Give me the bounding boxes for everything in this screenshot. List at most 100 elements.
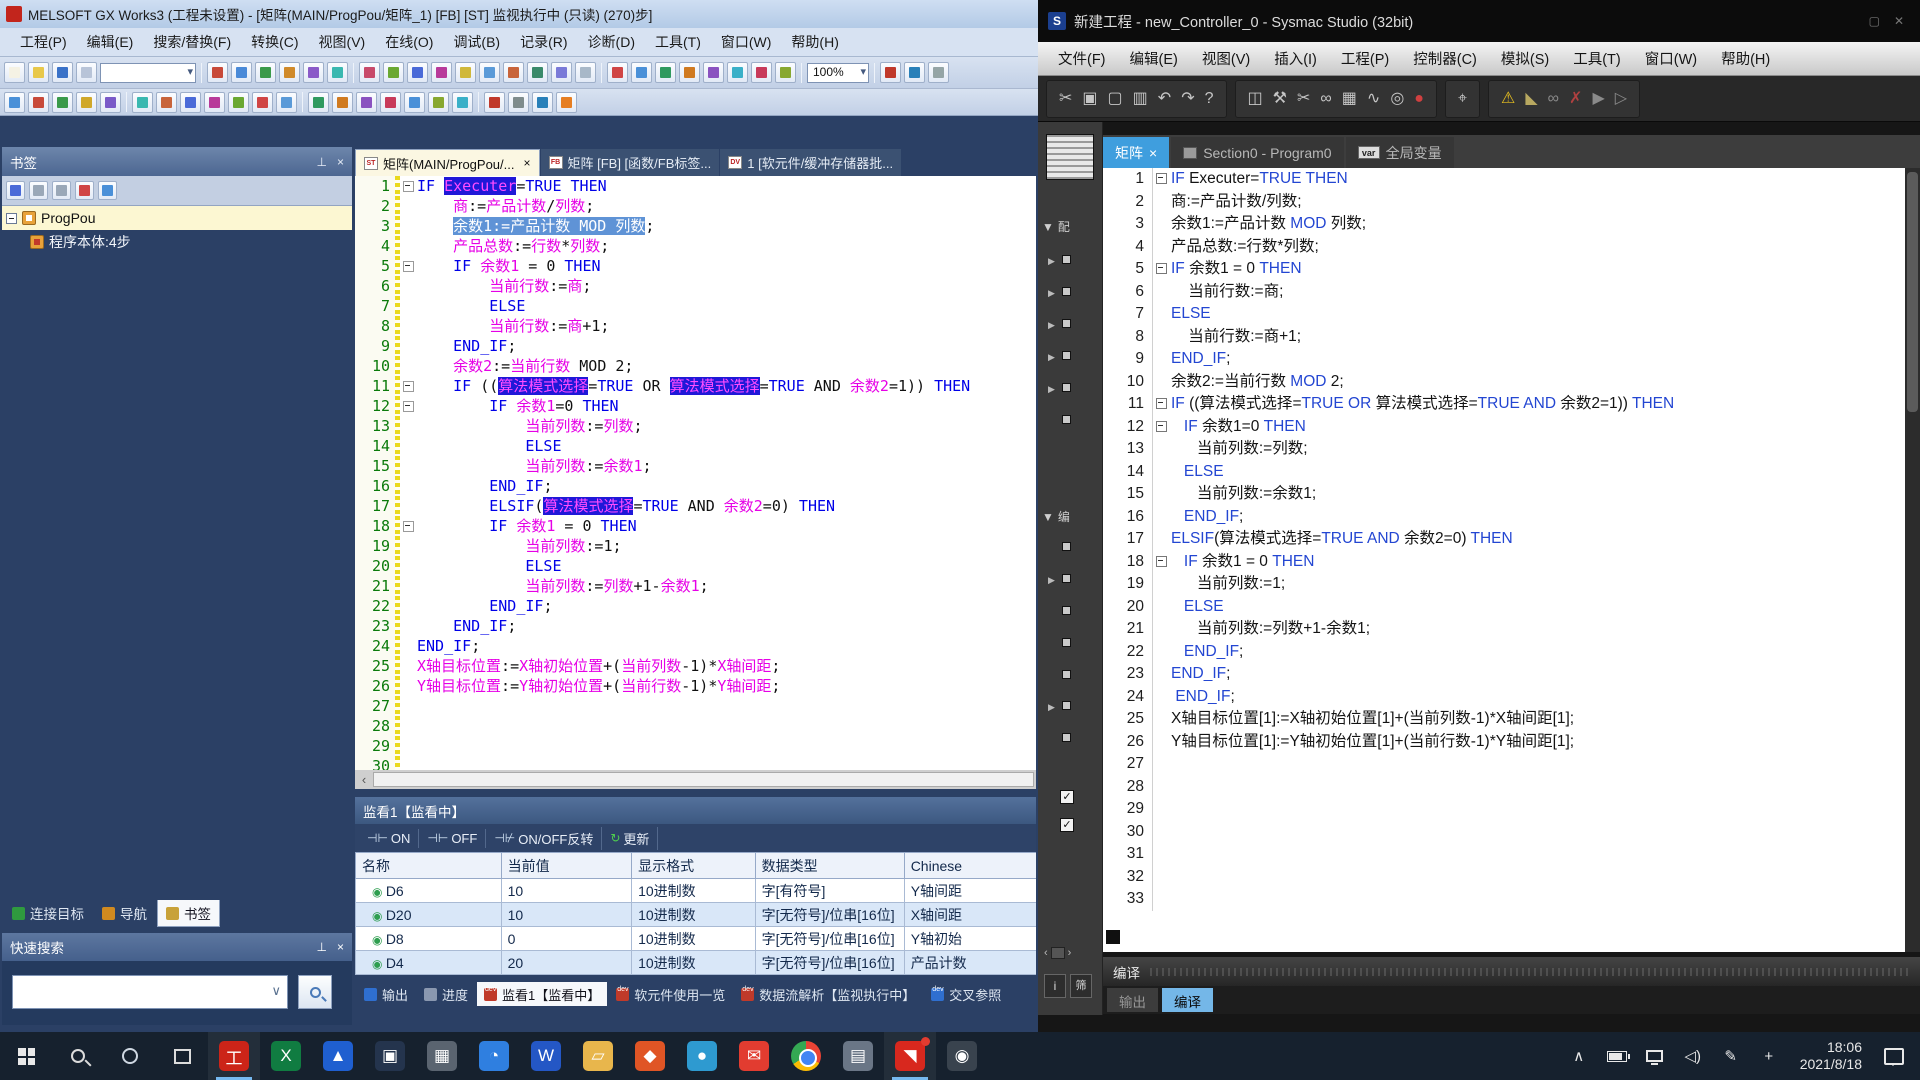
toolbar-icon[interactable] — [52, 181, 71, 200]
menu-item[interactable]: 转换(C) — [241, 29, 308, 55]
taskbar-app[interactable]: ◥ — [884, 1032, 936, 1080]
chevron-right-icon[interactable]: ▶ — [1048, 320, 1055, 331]
fold-icon[interactable] — [400, 256, 417, 276]
toolbar-icon[interactable] — [252, 92, 273, 113]
watch-cell[interactable]: D20 — [356, 903, 502, 927]
toolbar-icon[interactable] — [52, 62, 73, 83]
watch-cell[interactable]: 字[无符号]/位串[16位] — [755, 951, 904, 975]
taskbar-app[interactable]: ▱ — [572, 1032, 624, 1080]
watch-cell[interactable]: 20 — [501, 951, 631, 975]
menu-item[interactable]: 工具(T) — [645, 29, 711, 55]
taskbar-app[interactable]: ◆ — [624, 1032, 676, 1080]
watch-cell[interactable]: 0 — [501, 927, 631, 951]
toolbar-icon[interactable] — [231, 62, 252, 83]
watch-cell[interactable]: D4 — [356, 951, 502, 975]
menu-item[interactable]: 调试(B) — [443, 29, 510, 55]
watch-cell[interactable]: X轴间距 — [904, 903, 1036, 927]
watch-cell[interactable]: Y轴间距 — [904, 879, 1036, 903]
taskbar-app[interactable]: ▤ — [832, 1032, 884, 1080]
output-tab[interactable]: 输出 — [1107, 988, 1158, 1012]
battery-icon[interactable] — [1600, 1032, 1634, 1080]
taskbar-search-button[interactable] — [52, 1032, 104, 1080]
toolbar-icon[interactable] — [904, 62, 925, 83]
watch-tool-OFF[interactable]: ⊣⊢OFF — [419, 829, 486, 848]
toolbar-icon[interactable] — [452, 92, 473, 113]
taskbar-app[interactable]: W — [520, 1032, 572, 1080]
watch-cell[interactable]: 产品计数 — [904, 951, 1036, 975]
menu-item[interactable]: 视图(V) — [1190, 44, 1262, 73]
watch-cell[interactable]: D8 — [356, 927, 502, 951]
info-button[interactable]: i — [1044, 974, 1066, 998]
toolbar-icon[interactable] — [356, 92, 377, 113]
column-header[interactable]: 显示格式 — [632, 853, 755, 879]
toolbar-icon[interactable] — [180, 92, 201, 113]
menu-item[interactable]: 文件(F) — [1046, 44, 1118, 73]
build-panel-header[interactable]: 编译 — [1103, 957, 1920, 986]
document-tab[interactable]: 矩阵× — [1103, 137, 1169, 168]
close-icon[interactable]: ✕ — [1894, 14, 1904, 28]
toolbar-icon[interactable]: ∞ — [1320, 91, 1331, 107]
toolbar-icon[interactable] — [204, 92, 225, 113]
toolbar-icon[interactable] — [276, 92, 297, 113]
cortana-button[interactable] — [104, 1032, 156, 1080]
toolbar-icon[interactable] — [303, 62, 324, 83]
fold-icon[interactable] — [1153, 258, 1171, 281]
tree-item-program-body[interactable]: 程序本体:4步 — [2, 230, 352, 254]
toolbar-icon[interactable] — [556, 92, 577, 113]
toolbar-icon[interactable] — [76, 92, 97, 113]
toolbar-icon[interactable] — [503, 62, 524, 83]
taskbar-app[interactable]: ✉ — [728, 1032, 780, 1080]
fold-icon[interactable] — [400, 376, 417, 396]
fold-icon[interactable] — [1153, 551, 1171, 574]
watch-row[interactable]: D61010进制数字[有符号]Y轴间距 — [356, 879, 1037, 903]
watch-cell[interactable]: D6 — [356, 879, 502, 903]
toolbar-icon[interactable] — [775, 62, 796, 83]
toolbar-icon[interactable]: ◎ — [1390, 91, 1404, 107]
side-tab-导航[interactable]: 导航 — [94, 900, 155, 926]
toolbar-icon[interactable] — [29, 181, 48, 200]
watch-cell[interactable]: 10进制数 — [632, 903, 755, 927]
toolbar-icon[interactable]: ⚠ — [1501, 91, 1515, 107]
task-view-button[interactable] — [156, 1032, 208, 1080]
tree-item-progpou[interactable]: ProgPou — [2, 206, 352, 230]
document-tab[interactable]: Section0 - Program0 — [1171, 137, 1343, 168]
chevron-right-icon[interactable]: ▶ — [1048, 384, 1055, 395]
toolbar-icon[interactable] — [455, 62, 476, 83]
column-header[interactable]: 名称 — [356, 853, 502, 879]
toolbar-icon[interactable] — [508, 92, 529, 113]
toolbar-icon[interactable] — [428, 92, 449, 113]
toolbar-icon[interactable] — [207, 62, 228, 83]
toolbar-icon[interactable] — [4, 92, 25, 113]
document-tab[interactable]: DV1 [软元件/缓冲存储器批... — [720, 149, 901, 176]
toolbar-icon[interactable] — [527, 62, 548, 83]
close-icon[interactable]: × — [1149, 145, 1157, 161]
close-icon[interactable]: × — [337, 155, 344, 169]
bottom-tab[interactable]: 交叉参照 — [924, 982, 1008, 1006]
column-header[interactable]: Chinese — [904, 853, 1036, 879]
sidebar-section-programming[interactable]: ▼ 编 — [1042, 508, 1070, 525]
action-center-icon[interactable] — [1884, 1048, 1904, 1065]
toolbar-icon[interactable] — [928, 62, 949, 83]
toolbar-icon[interactable] — [551, 62, 572, 83]
watch-cell[interactable]: 字[无符号]/位串[16位] — [755, 927, 904, 951]
watch-tool-更新[interactable]: ↻更新 — [602, 827, 658, 850]
toolbar-icon[interactable] — [431, 62, 452, 83]
document-tab[interactable]: var全局变量 — [1346, 137, 1454, 168]
toolbar-icon[interactable] — [228, 92, 249, 113]
menu-item[interactable]: 在线(O) — [375, 29, 443, 55]
fold-icon[interactable] — [1153, 416, 1171, 439]
tray-expand-button[interactable]: ∧ — [1562, 1032, 1596, 1080]
toolbar-icon[interactable] — [407, 62, 428, 83]
checkbox-checked[interactable]: ✓ — [1060, 818, 1074, 832]
sidebar-pager[interactable]: ‹› — [1044, 945, 1096, 961]
document-tab[interactable]: FB矩阵 [FB] [函数/FB标签... — [541, 149, 720, 176]
document-tab[interactable]: ST矩阵(MAIN/ProgPou/...× — [355, 149, 540, 176]
toolbar-icon[interactable]: ⌖ — [1458, 91, 1467, 107]
bottom-tab[interactable]: 数据流解析【监视执行中】 — [734, 982, 922, 1006]
watch-row[interactable]: D42010进制数字[无符号]/位串[16位]产品计数 — [356, 951, 1037, 975]
zoom-select[interactable]: 100% — [807, 63, 869, 83]
toolbar-icon[interactable] — [727, 62, 748, 83]
menu-item[interactable]: 诊断(D) — [578, 29, 645, 55]
close-icon[interactable]: × — [523, 156, 530, 170]
bottom-tab[interactable]: 输出 — [357, 982, 415, 1006]
